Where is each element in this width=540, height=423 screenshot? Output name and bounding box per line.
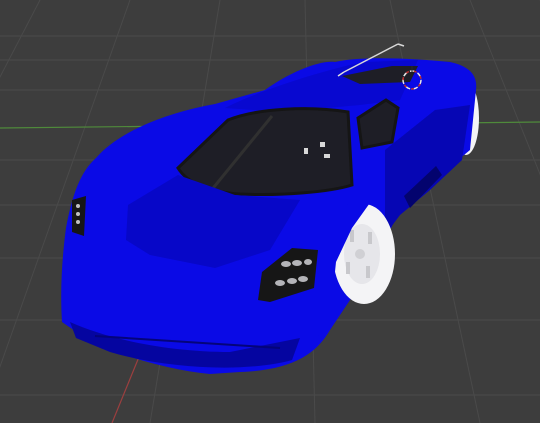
viewport-canvas[interactable] — [0, 0, 540, 423]
3d-viewport[interactable] — [0, 0, 540, 423]
left-headlight — [72, 196, 86, 236]
car-model[interactable] — [61, 58, 479, 374]
left-headlight-leds — [76, 204, 80, 224]
